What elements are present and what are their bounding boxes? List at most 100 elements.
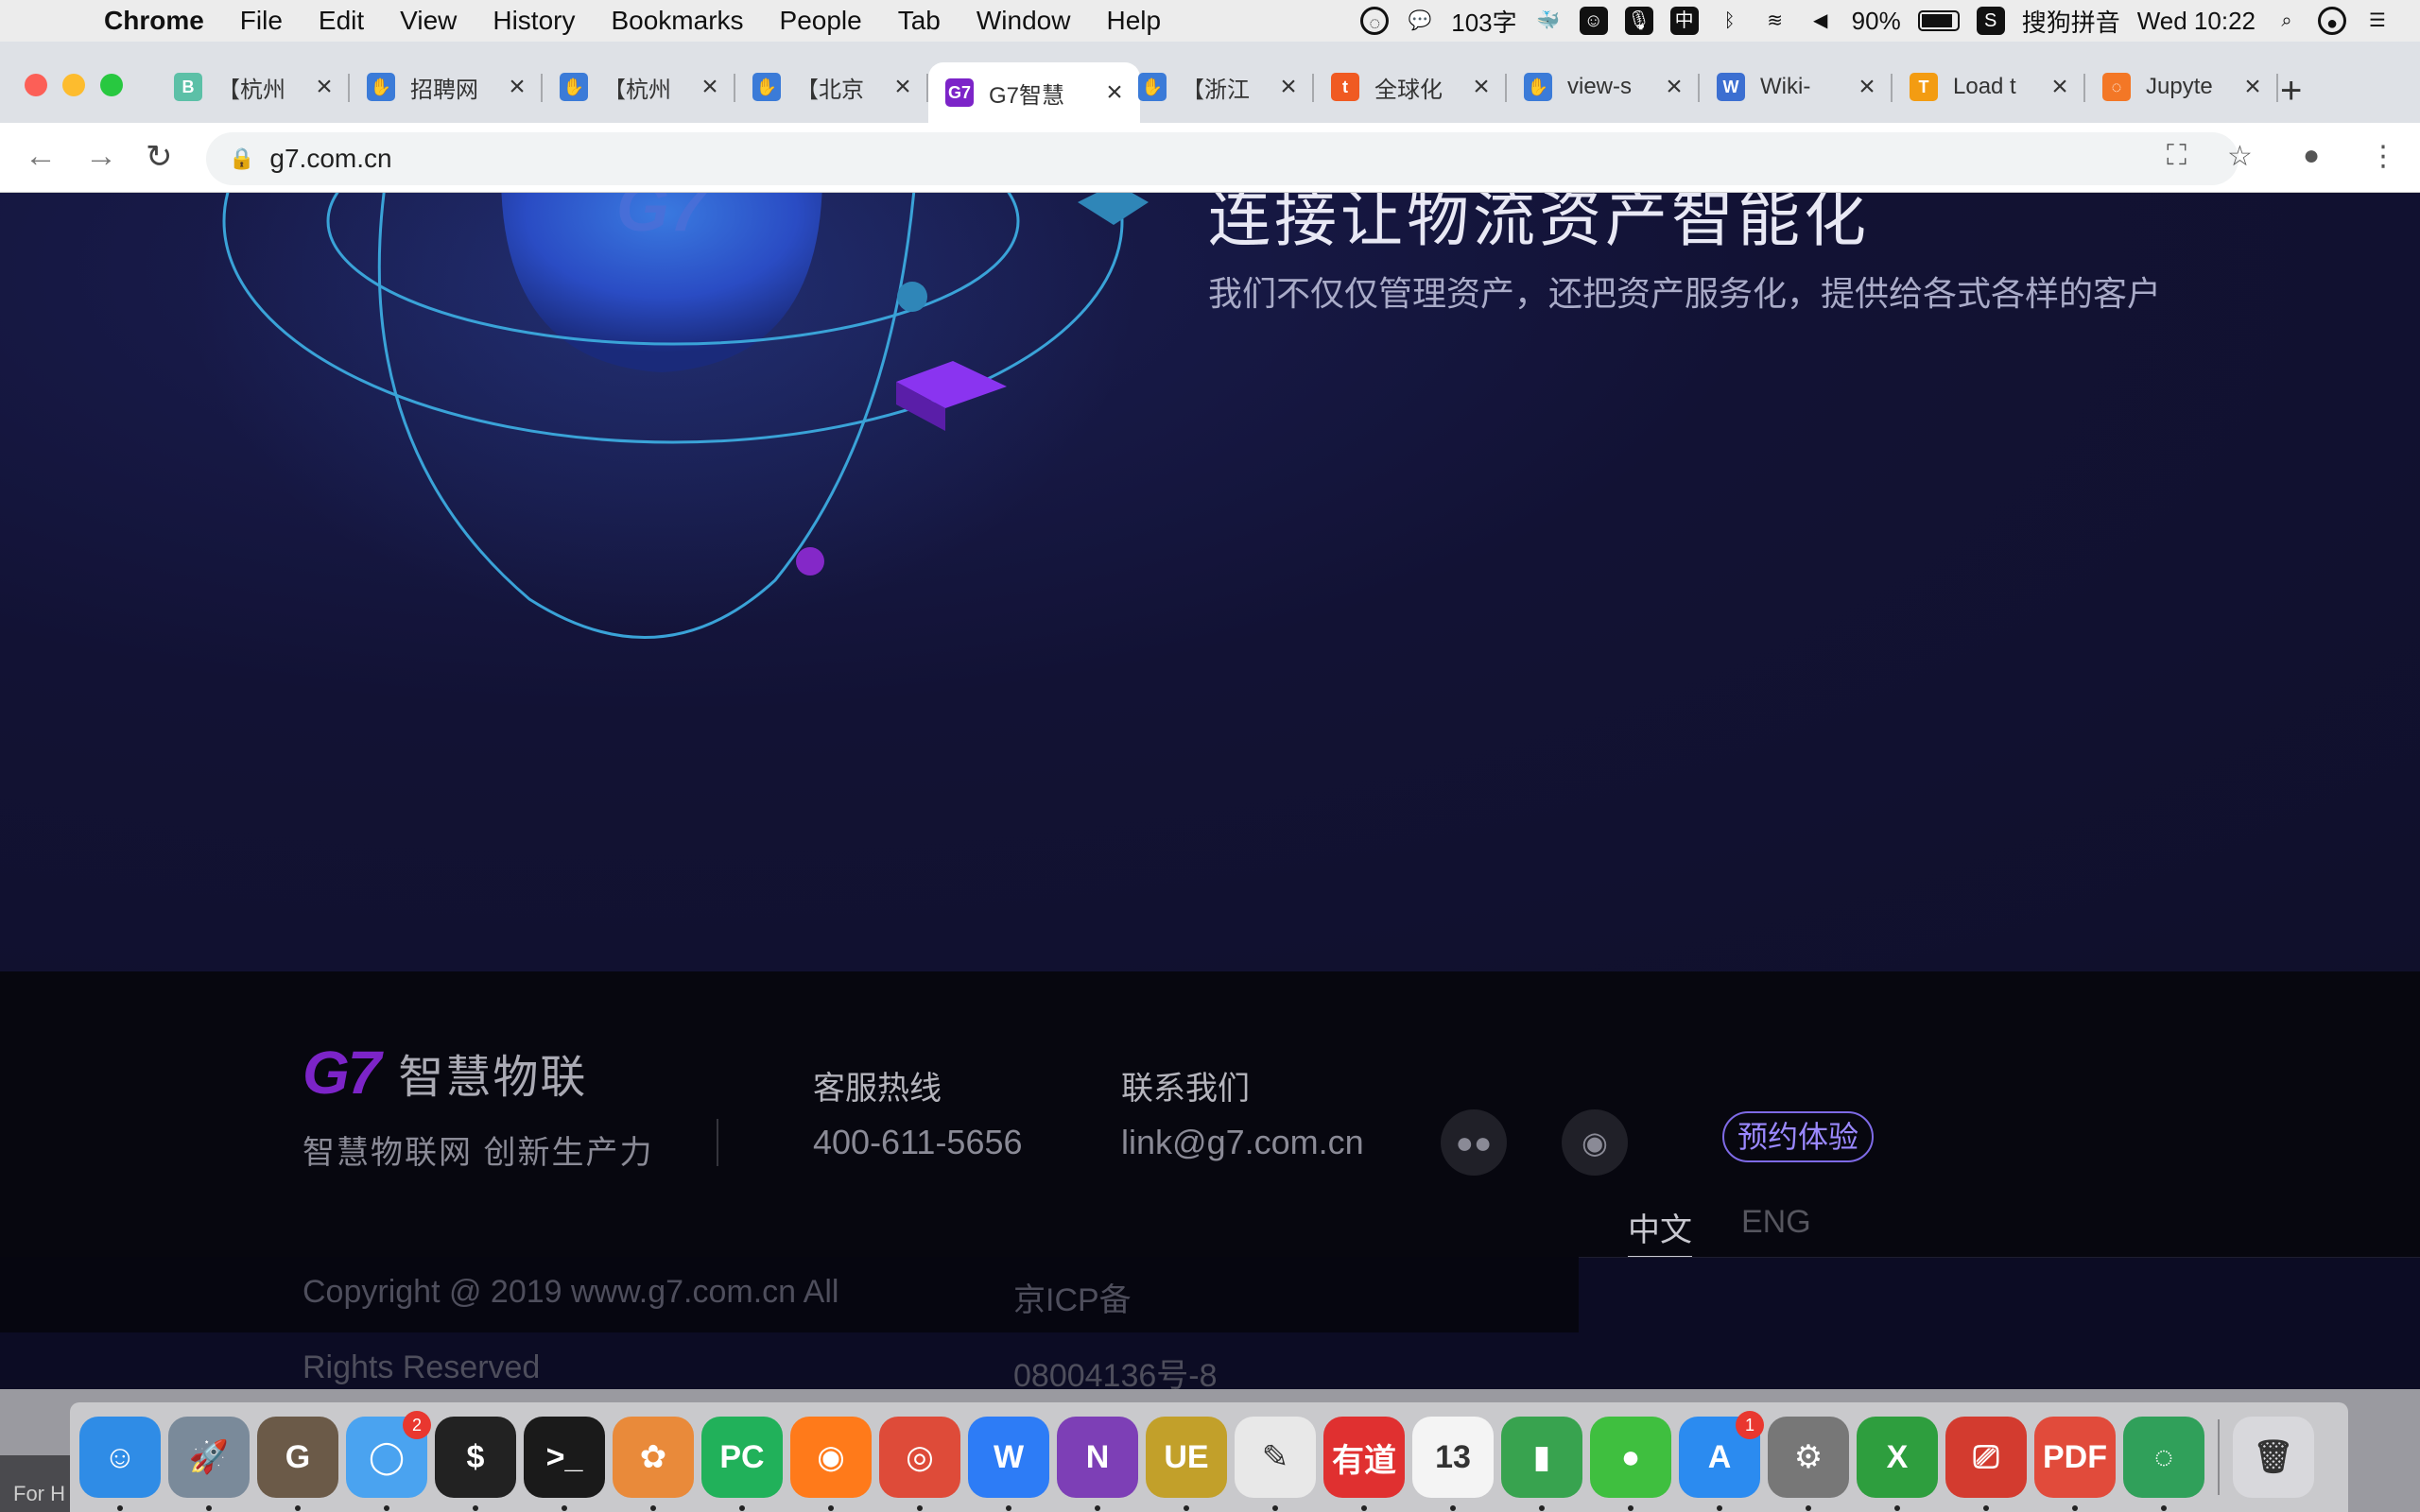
bookmark-star-icon[interactable]: ☆ bbox=[2227, 140, 2253, 173]
dock-trash-icon[interactable]: 🗑 bbox=[2233, 1417, 2314, 1498]
dock-wps-icon[interactable]: W bbox=[968, 1417, 1049, 1511]
lock-icon[interactable]: 🔒 bbox=[229, 146, 254, 171]
lang-switch-chinese[interactable]: 中文 bbox=[1628, 1204, 1692, 1260]
tab-close-icon[interactable]: × bbox=[698, 71, 722, 103]
chat-bubble-icon[interactable]: ◌ bbox=[1360, 7, 1390, 35]
spotlight-search-icon[interactable]: ⌕ bbox=[2273, 7, 2301, 35]
new-tab-button[interactable]: + bbox=[2280, 70, 2302, 112]
dock-youdao-icon[interactable]: 有道 bbox=[1323, 1417, 1405, 1511]
dock-system-prefs-icon[interactable]: ⚙ bbox=[1768, 1417, 1849, 1511]
browser-tab[interactable]: ✋ 招聘网 × bbox=[350, 62, 543, 112]
input-method-icon[interactable]: 中 bbox=[1669, 7, 1699, 35]
dock-chat-app-icon[interactable]: ◯ 2 bbox=[346, 1411, 431, 1511]
menu-bookmarks[interactable]: Bookmarks bbox=[611, 6, 743, 36]
dock-photos-icon[interactable]: ✿ bbox=[613, 1417, 694, 1511]
forward-arrow-icon[interactable]: → bbox=[85, 138, 117, 175]
dock-remote-desktop-icon[interactable]: ⎚ bbox=[1945, 1417, 2027, 1511]
face-app-icon[interactable]: ☺ bbox=[1579, 7, 1608, 35]
ime-name[interactable]: 搜狗拼音 bbox=[2022, 4, 2120, 39]
word-count-indicator[interactable]: 103字 bbox=[1451, 4, 1516, 39]
tab-close-icon[interactable]: × bbox=[505, 71, 529, 103]
tab-close-icon[interactable]: × bbox=[1469, 71, 1494, 103]
dock-numbers-icon[interactable]: ▮ bbox=[1501, 1417, 1582, 1511]
dock-glyph: ▮ bbox=[1532, 1439, 1551, 1475]
profile-avatar-icon[interactable]: ● bbox=[2303, 140, 2320, 172]
menu-file[interactable]: File bbox=[240, 6, 283, 36]
menu-tab[interactable]: Tab bbox=[898, 6, 941, 36]
menu-view[interactable]: View bbox=[400, 6, 457, 36]
book-demo-button[interactable]: 预约体验 bbox=[1722, 1111, 1875, 1162]
window-zoom-button[interactable] bbox=[100, 74, 123, 96]
dock-excel-x-icon[interactable]: X bbox=[1857, 1417, 1938, 1511]
battery-percent[interactable]: 90% bbox=[1852, 7, 1901, 36]
tab-close-icon[interactable]: × bbox=[1662, 71, 1686, 103]
address-bar[interactable]: 🔒 g7.com.cn bbox=[206, 132, 2238, 185]
browser-tab[interactable]: W Wiki- × bbox=[1700, 62, 1893, 112]
menu-history[interactable]: History bbox=[493, 6, 575, 36]
wechat-status-icon[interactable]: 💬 bbox=[1406, 7, 1434, 35]
browser-tab[interactable]: ✋ 【浙江 × bbox=[1121, 62, 1314, 112]
dock-loader-icon[interactable]: ◌ bbox=[2123, 1417, 2204, 1511]
dock-textedit-icon[interactable]: ✎ bbox=[1235, 1417, 1316, 1511]
dock-launchpad-icon[interactable]: 🚀 bbox=[168, 1417, 250, 1511]
browser-tab[interactable]: T Load t × bbox=[1893, 62, 2085, 112]
dock-pycharm-icon[interactable]: PC bbox=[701, 1417, 783, 1511]
battery-icon[interactable] bbox=[1917, 10, 1960, 31]
contact-email[interactable]: link@g7.com.cn bbox=[1121, 1123, 1364, 1162]
menu-help[interactable]: Help bbox=[1106, 6, 1161, 36]
tab-close-icon[interactable]: × bbox=[1855, 71, 1879, 103]
footer-brand[interactable]: G7 智慧物联 bbox=[302, 1038, 587, 1108]
dock-ultraedit-icon[interactable]: UE bbox=[1146, 1417, 1227, 1511]
hotline-number[interactable]: 400-611-5656 bbox=[813, 1123, 1023, 1162]
browser-tab[interactable]: t 全球化 × bbox=[1314, 62, 1507, 112]
reload-icon[interactable]: ↻ bbox=[146, 138, 173, 176]
browser-tab[interactable]: ✋ 【北京 × bbox=[735, 62, 928, 112]
dock-calendar-icon[interactable]: 13 bbox=[1412, 1417, 1494, 1511]
lang-switch-english[interactable]: ENG bbox=[1741, 1204, 1811, 1241]
dock-chrome-icon[interactable]: ◎ bbox=[879, 1417, 960, 1511]
dock-terminal-1-icon[interactable]: $ bbox=[435, 1417, 516, 1511]
tab-close-icon[interactable]: × bbox=[890, 71, 915, 103]
wifi-icon[interactable]: ≋ bbox=[1761, 7, 1789, 35]
dock-terminal-2-icon[interactable]: >_ bbox=[524, 1417, 605, 1511]
icp-line-2[interactable]: 08004136号-8 bbox=[1013, 1349, 1218, 1389]
tab-close-icon[interactable]: × bbox=[2048, 71, 2072, 103]
dock-firefox-icon[interactable]: ◉ bbox=[790, 1417, 872, 1511]
docker-icon[interactable]: 🐳 bbox=[1534, 7, 1563, 35]
dock-gimp-icon[interactable]: G bbox=[257, 1417, 338, 1511]
translate-icon[interactable]: ⛶ bbox=[2167, 140, 2187, 172]
back-arrow-icon[interactable]: ← bbox=[25, 138, 57, 175]
volume-icon[interactable]: ◀ bbox=[1806, 7, 1835, 35]
chrome-menu-icon[interactable]: ⋮ bbox=[2369, 140, 2397, 173]
bluetooth-icon[interactable]: ᛒ bbox=[1716, 7, 1744, 35]
microphone-icon[interactable]: 🎙 bbox=[1624, 7, 1653, 35]
address-bar-url[interactable]: g7.com.cn bbox=[269, 144, 391, 174]
window-minimize-button[interactable] bbox=[62, 74, 85, 96]
dock-finder-icon[interactable]: ☺ bbox=[79, 1417, 161, 1511]
sogou-ime-icon[interactable]: S bbox=[1976, 7, 2005, 35]
menubar-clock[interactable]: Wed 10:22 bbox=[2137, 7, 2256, 36]
dock-app-store-icon[interactable]: A1 bbox=[1679, 1411, 1764, 1511]
menu-window[interactable]: Window bbox=[977, 6, 1071, 36]
menu-edit[interactable]: Edit bbox=[319, 6, 364, 36]
icp-line-1[interactable]: 京ICP备 bbox=[1013, 1274, 1132, 1320]
siri-icon[interactable]: ● bbox=[2318, 7, 2346, 35]
notification-center-icon[interactable]: ☰ bbox=[2363, 7, 2392, 35]
browser-tab[interactable]: B 【杭州 × bbox=[157, 62, 350, 112]
tab-close-icon[interactable]: × bbox=[1276, 71, 1301, 103]
browser-tab[interactable]: ◌ Jupyte × bbox=[2085, 62, 2278, 112]
dock-wechat-icon[interactable]: ● bbox=[1590, 1417, 1671, 1511]
window-close-button[interactable] bbox=[25, 74, 47, 96]
dock-onenote-icon[interactable]: N bbox=[1057, 1417, 1138, 1511]
browser-tab[interactable]: ✋ 【杭州 × bbox=[543, 62, 735, 112]
weibo-icon[interactable]: ◉ bbox=[1562, 1109, 1628, 1176]
wechat-icon[interactable]: ●● bbox=[1441, 1109, 1507, 1176]
tab-close-icon[interactable]: × bbox=[2240, 71, 2265, 103]
browser-tab[interactable]: ✋ view-s × bbox=[1507, 62, 1700, 112]
browser-tab[interactable]: G7 G7智慧 × bbox=[928, 62, 1140, 123]
tab-close-icon[interactable]: × bbox=[312, 71, 337, 103]
contact-label: 联系我们 bbox=[1121, 1071, 1250, 1107]
menu-chrome[interactable]: Chrome bbox=[104, 6, 204, 36]
dock-pdf-expert-icon[interactable]: PDF bbox=[2034, 1417, 2116, 1511]
menu-people[interactable]: People bbox=[780, 6, 862, 36]
